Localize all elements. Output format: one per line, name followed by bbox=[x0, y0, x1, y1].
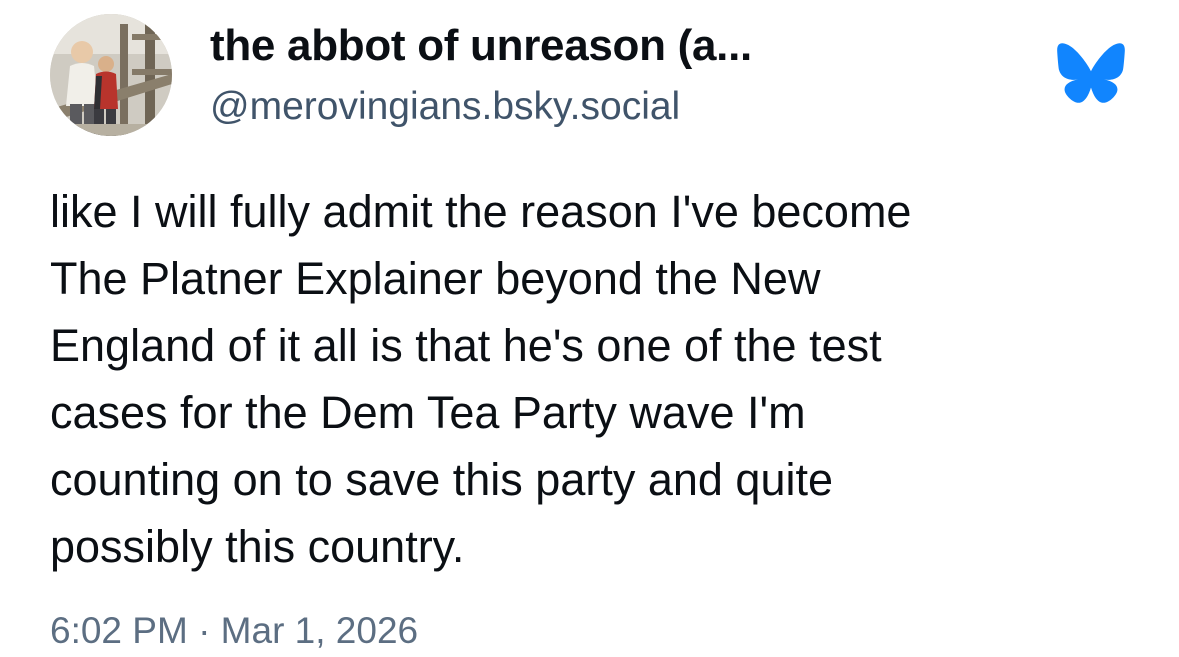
post-timestamp[interactable]: 6:02 PM · Mar 1, 2026 bbox=[50, 608, 418, 654]
author-handle[interactable]: @merovingians.bsky.social bbox=[210, 83, 680, 131]
post-text-line: cases for the Dem Tea Party wave I'm bbox=[50, 387, 806, 438]
author-avatar[interactable] bbox=[50, 14, 172, 136]
post-card: the abbot of unreason (a... @merovingian… bbox=[0, 0, 1179, 657]
author-display-name[interactable]: the abbot of unreason (a... bbox=[210, 20, 752, 72]
post-text-line: England of it all is that he's one of th… bbox=[50, 320, 882, 371]
bluesky-butterfly-icon[interactable] bbox=[1056, 42, 1126, 104]
profile-photo-icon bbox=[50, 14, 172, 136]
post-text-line: counting on to save this party and quite bbox=[50, 454, 834, 505]
post-body: like I will fully admit the reason I've … bbox=[50, 178, 1140, 580]
post-text-line: The Platner Explainer beyond the New bbox=[50, 253, 821, 304]
post-text-line: like I will fully admit the reason I've … bbox=[50, 186, 912, 237]
post-text-line: possibly this country. bbox=[50, 521, 465, 572]
